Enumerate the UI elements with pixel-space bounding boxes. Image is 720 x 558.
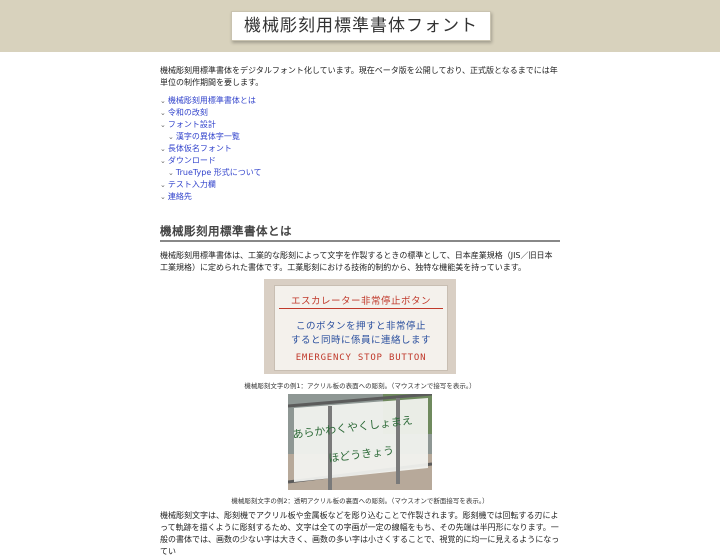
intro-text: 機械彫刻用標準書体をデジタルフォント化しています。現在ベータ版を公開しており、正… [160, 66, 558, 87]
figure-caption: 機械彫刻文字の例2：透明アクリル板の裏面への彫刻。（マウスオンで断面接写を表示。… [231, 497, 489, 505]
chevron-down-icon: ⌄ [160, 109, 166, 117]
chevron-down-icon: ⌄ [160, 193, 166, 201]
figure-photo-emergency-sign[interactable]: エスカレーター非常停止ボタン このボタンを押すと非常停止 すると同時に係員に連絡… [264, 279, 456, 374]
toc-item[interactable]: ⌄ ダウンロード [160, 155, 216, 167]
chevron-down-icon: ⌄ [168, 169, 174, 177]
chevron-down-icon: ⌄ [160, 121, 166, 129]
toc-item[interactable]: ⌄ 連絡先 [160, 191, 192, 203]
figure-caption: 機械彫刻文字の例1：アクリル板の表面への彫刻。（マウスオンで接写を表示。） [244, 382, 476, 390]
chevron-down-icon: ⌄ [160, 145, 166, 153]
chevron-down-icon: ⌄ [160, 97, 166, 105]
section-paragraph: 機械彫刻用標準書体は、工業的な彫刻によって文字を作製するときの標準として、日本産… [160, 251, 553, 272]
section-heading: 機械彫刻用標準書体とは [160, 223, 560, 242]
toc-item[interactable]: ⌄ フォント設計 [160, 119, 216, 131]
site-title[interactable]: 機械彫刻用標準書体フォント [231, 11, 491, 41]
site-header: 機械彫刻用標準書体フォント [0, 0, 720, 52]
sign-line: EMERGENCY STOP BUTTON [295, 353, 427, 363]
toc-subitem[interactable]: ⌄ TrueType 形式について [168, 167, 262, 179]
section-paragraph: 機械彫刻文字は、彫刻機でアクリル板や金属板などを彫り込むことで作製されます。彫刻… [160, 511, 560, 556]
toc-item[interactable]: ⌄ 機械彫刻用標準書体とは [160, 95, 256, 107]
sign-divider [279, 308, 443, 309]
toc-item[interactable]: ⌄ 長体仮名フォント [160, 143, 232, 155]
chevron-down-icon: ⌄ [168, 133, 174, 141]
figure-photo-bridge-sign[interactable]: あらかわくやくしょまえ ほどうきょう [287, 392, 433, 490]
toc-item[interactable]: ⌄ テスト入力欄 [160, 179, 216, 191]
sign-line: すると同時に係員に連絡します [290, 335, 431, 346]
sign-line: エスカレーター非常停止ボタン [290, 296, 431, 307]
sign-plate: エスカレーター非常停止ボタン このボタンを押すと非常停止 すると同時に係員に連絡… [274, 285, 448, 371]
toc-subitem[interactable]: ⌄ 漢字の異体字一覧 [168, 131, 240, 143]
chevron-down-icon: ⌄ [160, 181, 166, 189]
chevron-down-icon: ⌄ [160, 157, 166, 165]
sign-line: このボタンを押すと非常停止 [295, 321, 426, 332]
toc-item[interactable]: ⌄ 令和の改刻 [160, 107, 208, 119]
